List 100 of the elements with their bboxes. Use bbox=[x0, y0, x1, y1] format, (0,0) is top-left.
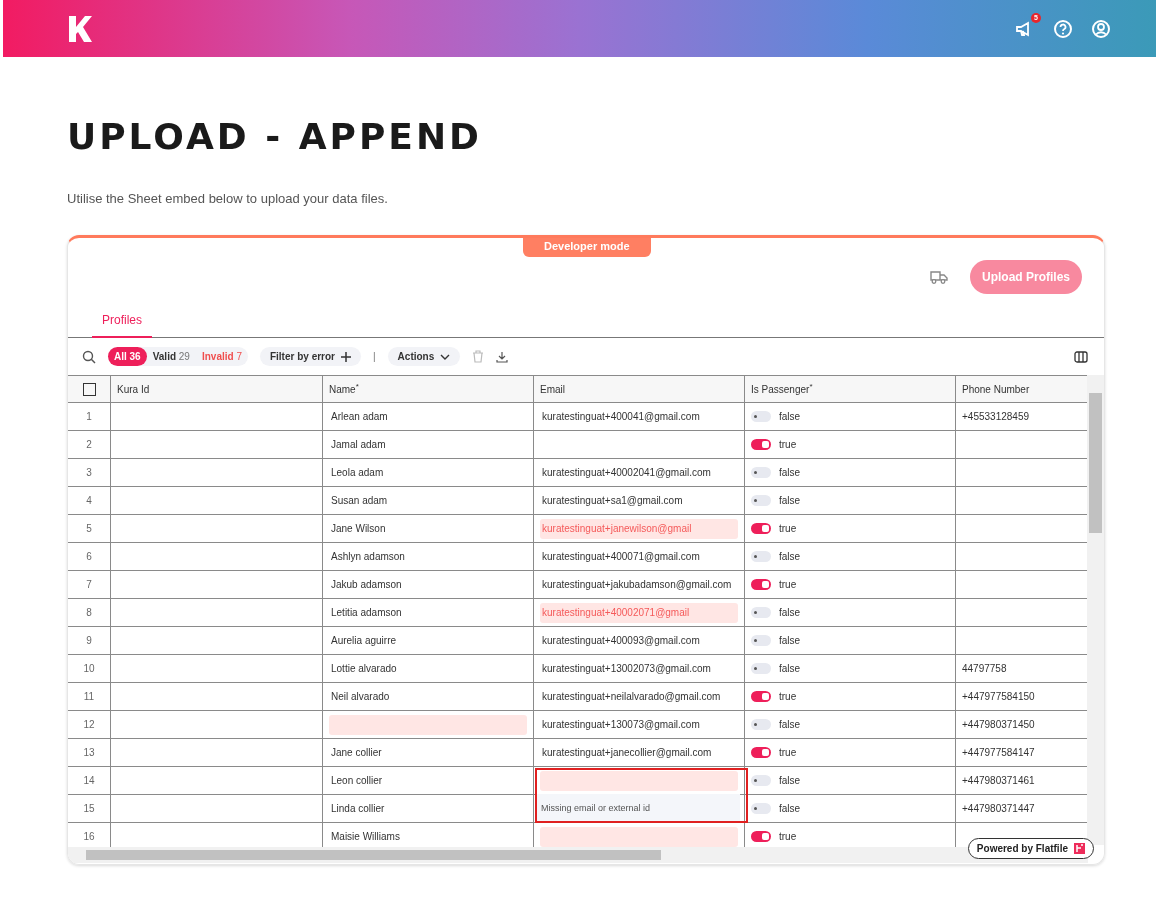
toggle-switch[interactable] bbox=[751, 579, 771, 590]
row-number: 9 bbox=[68, 627, 111, 654]
name-cell[interactable]: Leola adam bbox=[329, 462, 527, 483]
boolean-value: false bbox=[779, 467, 801, 478]
toggle-switch[interactable] bbox=[751, 523, 771, 534]
email-cell[interactable]: kuratestinguat+janecollier@gmail.com bbox=[540, 742, 738, 763]
row-number: 14 bbox=[68, 767, 111, 794]
download-icon[interactable] bbox=[496, 350, 509, 363]
boolean-value: false bbox=[779, 495, 801, 506]
email-cell[interactable] bbox=[540, 826, 738, 847]
toggle-switch[interactable] bbox=[751, 663, 771, 674]
powered-by-badge[interactable]: Powered by Flatfile bbox=[967, 838, 1094, 859]
name-cell[interactable]: Maisie Williams bbox=[329, 826, 527, 847]
boolean-value: false bbox=[779, 635, 801, 646]
boolean-value: true bbox=[779, 691, 797, 702]
toggle-switch[interactable] bbox=[751, 495, 771, 506]
boolean-value: false bbox=[779, 411, 801, 422]
email-cell[interactable]: kuratestinguat+400093@gmail.com bbox=[540, 630, 738, 651]
page-subtitle: Utilise the Sheet embed below to upload your data files. bbox=[67, 191, 389, 206]
vertical-scrollbar[interactable] bbox=[1087, 375, 1104, 845]
filter-tab[interactable]: Valid 29 bbox=[146, 347, 196, 366]
error-tooltip: Missing email or external id bbox=[536, 794, 740, 821]
name-cell[interactable]: Arlean adam bbox=[329, 406, 527, 427]
row-number: 2 bbox=[68, 431, 111, 458]
actions-button[interactable]: Actions bbox=[387, 347, 461, 366]
select-all-checkbox[interactable] bbox=[82, 382, 96, 396]
name-cell[interactable]: Linda collier bbox=[329, 798, 527, 819]
boolean-value: false bbox=[779, 775, 801, 786]
phone-cell[interactable]: +447977584147 bbox=[962, 747, 1035, 758]
toggle-switch[interactable] bbox=[751, 719, 771, 730]
toggle-switch[interactable] bbox=[751, 439, 771, 450]
column-header[interactable]: Phone Number bbox=[962, 383, 1030, 395]
email-cell[interactable]: kuratestinguat+400071@gmail.com bbox=[540, 546, 738, 567]
name-cell[interactable]: Jane collier bbox=[329, 742, 527, 763]
toggle-switch[interactable] bbox=[751, 607, 771, 618]
toggle-switch[interactable] bbox=[751, 551, 771, 562]
name-cell[interactable] bbox=[329, 714, 527, 735]
email-cell[interactable]: kuratestinguat+400041@gmail.com bbox=[540, 406, 738, 427]
developer-mode-badge: Developer mode bbox=[523, 238, 651, 257]
row-number: 6 bbox=[68, 543, 111, 570]
boolean-value: false bbox=[779, 551, 801, 562]
account-icon[interactable] bbox=[1091, 18, 1111, 39]
row-number: 12 bbox=[68, 711, 111, 738]
boolean-value: true bbox=[779, 439, 797, 450]
toggle-switch[interactable] bbox=[751, 831, 771, 842]
search-icon[interactable] bbox=[82, 349, 96, 364]
column-header[interactable]: Is Passenger$^{*}$ bbox=[751, 382, 813, 396]
filter-tab[interactable]: All 36 bbox=[108, 347, 147, 366]
toggle-switch[interactable] bbox=[751, 635, 771, 646]
name-cell[interactable]: Neil alvarado bbox=[329, 686, 527, 707]
phone-cell[interactable]: +447977584150 bbox=[962, 691, 1035, 702]
toggle-switch[interactable] bbox=[751, 411, 771, 422]
phone-cell[interactable]: +45533128459 bbox=[962, 411, 1030, 422]
name-cell[interactable]: Lottie alvarado bbox=[329, 658, 527, 679]
email-cell[interactable]: kuratestinguat+jakubadamson@gmail.com bbox=[540, 574, 738, 595]
row-number: 13 bbox=[68, 739, 111, 766]
columns-icon[interactable] bbox=[1074, 350, 1088, 363]
name-cell[interactable]: Letitia adamson bbox=[329, 602, 527, 623]
toggle-switch[interactable] bbox=[751, 775, 771, 786]
row-number: 10 bbox=[68, 655, 111, 682]
boolean-value: false bbox=[779, 607, 801, 618]
name-cell[interactable]: Aurelia aguirre bbox=[329, 630, 527, 651]
phone-cell[interactable]: +447980371461 bbox=[962, 775, 1035, 786]
truck-icon[interactable] bbox=[930, 270, 948, 284]
caret-icon bbox=[440, 353, 451, 360]
name-cell[interactable]: Jamal adam bbox=[329, 434, 527, 455]
row-number: 11 bbox=[68, 683, 111, 710]
boolean-value: true bbox=[779, 747, 797, 758]
toggle-switch[interactable] bbox=[751, 747, 771, 758]
toggle-switch[interactable] bbox=[751, 691, 771, 702]
row-number: 1 bbox=[68, 403, 111, 430]
name-cell[interactable]: Jane Wilson bbox=[329, 518, 527, 539]
email-cell[interactable]: kuratestinguat+sa1@gmail.com bbox=[540, 490, 738, 511]
toggle-switch[interactable] bbox=[751, 467, 771, 478]
name-cell[interactable]: Ashlyn adamson bbox=[329, 546, 527, 567]
column-header[interactable]: Name$^{*}$ bbox=[329, 382, 359, 396]
toggle-switch[interactable] bbox=[751, 803, 771, 814]
plus-icon bbox=[341, 351, 351, 362]
phone-cell[interactable]: +447980371447 bbox=[962, 803, 1035, 814]
sheet-tab[interactable]: Profiles bbox=[92, 309, 152, 338]
row-number: 3 bbox=[68, 459, 111, 486]
email-cell[interactable] bbox=[540, 770, 738, 791]
email-cell[interactable]: kuratestinguat+130073@gmail.com bbox=[540, 714, 738, 735]
filter-by-error-button[interactable]: Filter by error bbox=[259, 347, 361, 366]
email-cell[interactable]: kuratestinguat+neilalvarado@gmail.com bbox=[540, 686, 738, 707]
row-number: 15 bbox=[68, 795, 111, 822]
boolean-value: false bbox=[779, 719, 801, 730]
logo-icon[interactable] bbox=[67, 13, 93, 44]
column-header[interactable]: Kura Id bbox=[117, 383, 150, 395]
name-cell[interactable]: Susan adam bbox=[329, 490, 527, 511]
boolean-value: false bbox=[779, 663, 801, 674]
name-cell[interactable]: Jakub adamson bbox=[329, 574, 527, 595]
email-cell[interactable]: kuratestinguat+13002073@gmail.com bbox=[540, 658, 738, 679]
email-cell[interactable]: kuratestinguat+40002041@gmail.com bbox=[540, 462, 738, 483]
row-number: 5 bbox=[68, 515, 111, 542]
column-header[interactable]: Email bbox=[540, 383, 565, 395]
help-icon[interactable] bbox=[1053, 18, 1073, 39]
phone-cell[interactable]: +447980371450 bbox=[962, 719, 1035, 730]
name-cell[interactable]: Leon collier bbox=[329, 770, 527, 791]
phone-cell[interactable]: 44797758 bbox=[962, 663, 1007, 674]
